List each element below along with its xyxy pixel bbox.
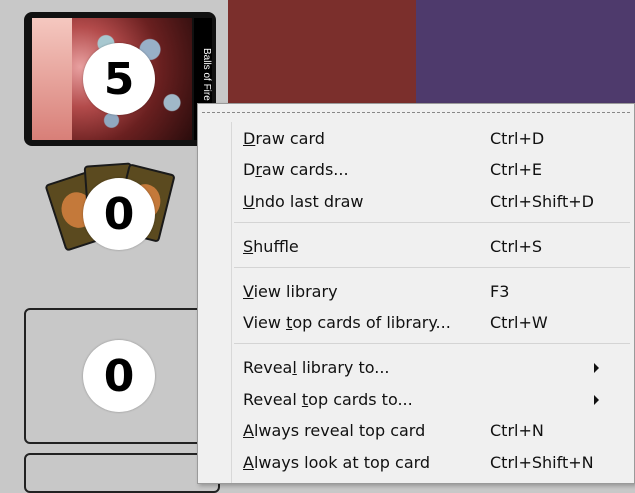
menu-item-always-reveal-top-card[interactable]: Always reveal top card Ctrl+N	[198, 417, 634, 447]
menu-item-label: Always reveal top card	[243, 421, 426, 440]
menu-item-shortcut: Ctrl+W	[490, 313, 548, 332]
menu-item-label: Draw cards...	[243, 160, 349, 179]
menu-item-shortcut: F3	[490, 282, 510, 301]
menu-item-shortcut: Ctrl+S	[490, 237, 543, 256]
player-zones-panel: Balls of Fire 5 0 0	[0, 0, 228, 493]
menu-tearoff-line[interactable]	[202, 112, 630, 113]
menu-separator	[234, 267, 630, 268]
menu-separator	[234, 222, 630, 223]
menu-item-undo-last-draw[interactable]: Undo last draw Ctrl+Shift+D	[198, 188, 634, 218]
menu-separator	[234, 343, 630, 344]
menu-item-shortcut: Ctrl+E	[490, 160, 542, 179]
sideboard-zone[interactable]	[24, 453, 220, 493]
menu-item-reveal-library[interactable]: Reveal library to...	[198, 354, 634, 384]
menu-item-label: Reveal top cards to...	[243, 390, 413, 409]
menu-item-reveal-top-cards[interactable]: Reveal top cards to...	[198, 386, 634, 416]
menu-item-draw-card[interactable]: Draw card Ctrl+D	[198, 125, 634, 155]
card-text-box	[32, 18, 72, 140]
menu-item-shortcut: Ctrl+Shift+D	[490, 192, 594, 211]
menu-item-view-library[interactable]: View library F3	[198, 278, 634, 308]
menu-item-label: View top cards of library...	[243, 313, 451, 332]
submenu-arrow-icon	[594, 395, 599, 405]
graveyard-count-badge: 0	[83, 178, 155, 250]
menu-item-view-top-cards[interactable]: View top cards of library... Ctrl+W	[198, 309, 634, 339]
menu-item-shortcut: Ctrl+D	[490, 129, 545, 148]
menu-item-label: Draw card	[243, 129, 325, 148]
library-context-menu: Draw card Ctrl+D Draw cards... Ctrl+E Un…	[197, 103, 635, 484]
menu-item-shortcut: Ctrl+Shift+N	[490, 453, 594, 472]
library-count-badge: 5	[83, 43, 155, 115]
exile-count-badge: 0	[83, 340, 155, 412]
menu-item-label: Shuffle	[243, 237, 299, 256]
menu-item-label: Undo last draw	[243, 192, 364, 211]
submenu-arrow-icon	[594, 363, 599, 373]
menu-item-shortcut: Ctrl+N	[490, 421, 544, 440]
menu-item-shuffle[interactable]: Shuffle Ctrl+S	[198, 233, 634, 263]
menu-item-draw-cards[interactable]: Draw cards... Ctrl+E	[198, 156, 634, 186]
menu-item-always-look-top-card[interactable]: Always look at top card Ctrl+Shift+N	[198, 449, 634, 479]
menu-item-label: Reveal library to...	[243, 358, 390, 377]
menu-item-label: View library	[243, 282, 338, 301]
menu-item-label: Always look at top card	[243, 453, 431, 472]
